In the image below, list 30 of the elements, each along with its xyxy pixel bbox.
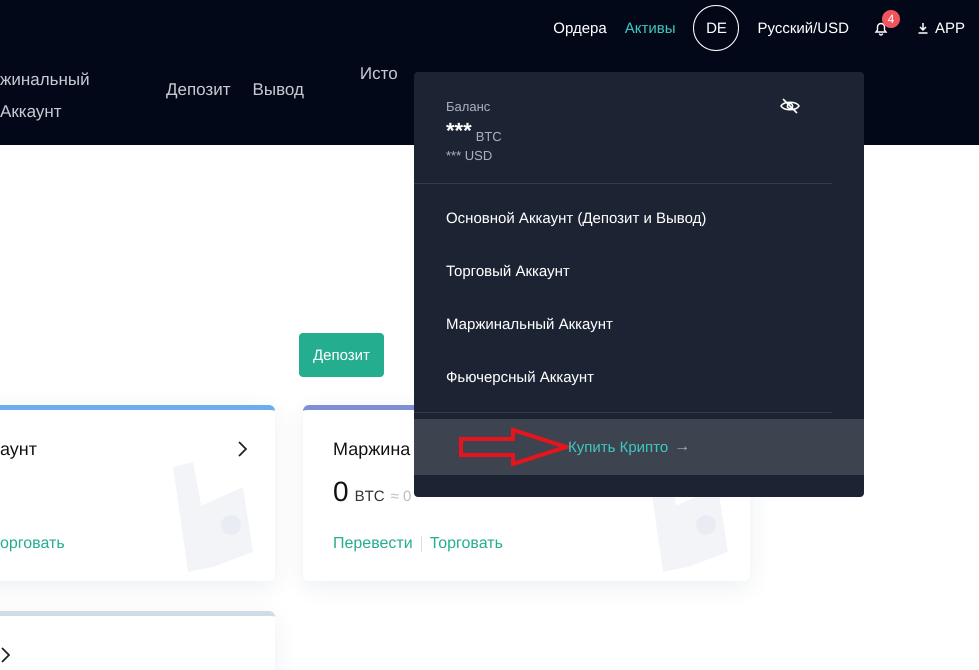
card-unit: BTC	[354, 488, 385, 505]
nav-link[interactable]: Исто	[360, 64, 398, 84]
nav-link[interactable]: жинальный Аккаунт	[0, 56, 160, 128]
eye-hidden-icon[interactable]	[780, 98, 800, 114]
nav-link[interactable]: Вывод	[252, 80, 304, 100]
card-title: Маржина	[333, 438, 410, 460]
balance-value: ***	[446, 118, 472, 144]
card-amount: 0	[333, 476, 349, 508]
arrow-right-icon: →	[674, 438, 690, 456]
balance-usd: *** USD	[446, 148, 492, 163]
bell-icon[interactable]	[872, 20, 889, 36]
nav-link[interactable]: Депозит	[166, 80, 231, 100]
balance-unit: BTC	[476, 129, 502, 144]
account-menu-item[interactable]: Торговый Аккаунт	[446, 245, 832, 298]
buy-crypto-link[interactable]: Купить Крипто	[568, 438, 668, 456]
card-approx: ≈ 0	[390, 488, 412, 505]
account-menu-item[interactable]: Основной Аккаунт (Депозит и Вывод)	[446, 192, 832, 245]
notification-badge: 4	[882, 10, 900, 28]
chevron-right-icon[interactable]	[237, 441, 247, 457]
account-menu-item[interactable]: Маржинальный Аккаунт	[446, 298, 832, 351]
avatar[interactable]: DE	[693, 5, 740, 51]
language-link[interactable]: Русский/USD	[757, 20, 849, 36]
nav-link[interactable]: Активы	[624, 20, 676, 36]
nav-link[interactable]: Ордера	[553, 20, 607, 36]
download-icon	[916, 22, 929, 34]
chevron-right-icon[interactable]	[0, 647, 10, 663]
app-link[interactable]: APP	[916, 20, 965, 36]
card-title: аунт	[0, 438, 37, 460]
account-menu-item[interactable]: Фьючерсный Аккаунт	[446, 351, 832, 404]
balance-label: Баланс	[446, 98, 490, 114]
